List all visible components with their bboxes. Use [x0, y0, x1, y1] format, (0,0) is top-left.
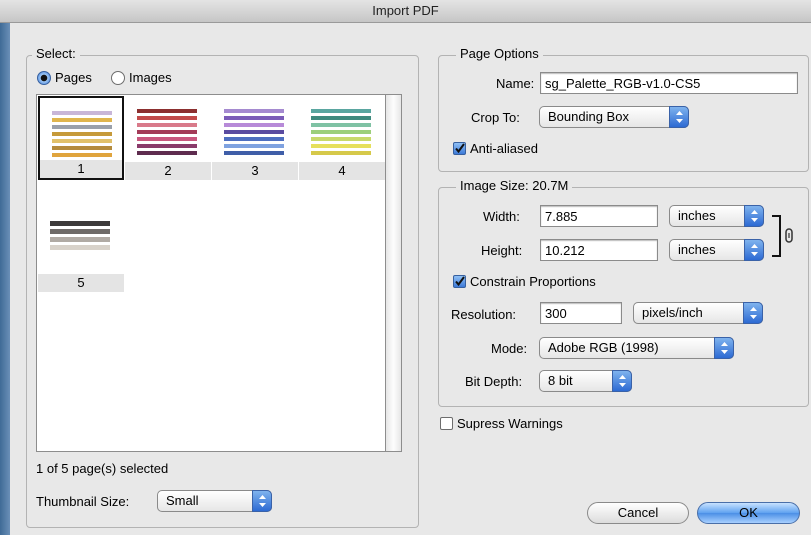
image-size-legend: Image Size: 20.7M	[456, 178, 573, 193]
crop-to-label: Crop To:	[471, 110, 520, 125]
popup-arrows-icon	[743, 302, 763, 324]
mode-value: Adobe RGB (1998)	[548, 340, 659, 355]
supress-warnings-label: Supress Warnings	[457, 416, 563, 431]
page-thumbnail[interactable]: 5	[38, 208, 124, 292]
width-unit-value: inches	[678, 208, 716, 223]
popup-arrows-icon	[744, 205, 764, 227]
cancel-button[interactable]: Cancel	[587, 502, 689, 524]
mode-popup[interactable]: Adobe RGB (1998)	[539, 337, 734, 359]
thumbnail-scrollbar[interactable]	[386, 94, 402, 452]
page-thumbnail[interactable]: 3	[212, 96, 298, 180]
page-preview	[303, 99, 379, 159]
bit-depth-label: Bit Depth:	[465, 374, 523, 389]
page-number: 3	[212, 162, 298, 180]
resolution-unit-value: pixels/inch	[642, 305, 703, 320]
page-number: 5	[38, 274, 124, 292]
page-preview	[216, 99, 292, 159]
pages-radio-label: Pages	[55, 70, 92, 85]
popup-arrows-icon	[669, 106, 689, 128]
page-number: 1	[40, 160, 122, 178]
height-label: Height:	[481, 243, 523, 258]
popup-arrows-icon	[612, 370, 632, 392]
width-label: Width:	[483, 209, 520, 224]
height-field[interactable]: 10.212	[540, 239, 658, 261]
link-bracket-icon	[772, 215, 793, 257]
page-number: 4	[299, 162, 385, 180]
page-preview	[129, 99, 205, 159]
crop-to-value: Bounding Box	[548, 109, 629, 124]
thumbnail-size-popup[interactable]: Small	[157, 490, 272, 512]
constrain-proportions-label: Constrain Proportions	[470, 274, 596, 289]
page-thumbnail[interactable]: 4	[299, 96, 385, 180]
supress-warnings-checkbox[interactable]	[440, 417, 453, 430]
resolution-label: Resolution:	[451, 307, 517, 322]
pages-radio[interactable]	[37, 71, 51, 85]
resolution-unit-popup[interactable]: pixels/inch	[633, 302, 763, 324]
anti-aliased-label: Anti-aliased	[470, 141, 538, 156]
select-legend: Select:	[32, 46, 80, 61]
selection-status: 1 of 5 page(s) selected	[36, 461, 169, 476]
height-unit-popup[interactable]: inches	[669, 239, 764, 261]
thumbnail-size-label: Thumbnail Size:	[36, 494, 130, 509]
desktop-background	[0, 0, 10, 535]
crop-to-popup[interactable]: Bounding Box	[539, 106, 689, 128]
mode-label: Mode:	[491, 341, 528, 356]
anti-aliased-checkbox[interactable]	[453, 142, 466, 155]
popup-arrows-icon	[744, 239, 764, 261]
name-field[interactable]: sg_Palette_RGB-v1.0-CS5	[540, 72, 798, 94]
thumbnail-size-value: Small	[166, 493, 199, 508]
page-options-legend: Page Options	[456, 46, 543, 61]
images-radio[interactable]	[111, 71, 125, 85]
images-radio-label: Images	[129, 70, 172, 85]
page-thumbnail[interactable]: 2	[125, 96, 211, 180]
bit-depth-popup[interactable]: 8 bit	[539, 370, 632, 392]
checkmark-icon	[455, 276, 465, 287]
width-field[interactable]: 7.885	[540, 205, 658, 227]
page-thumbnail[interactable]: 1	[38, 96, 124, 180]
height-unit-value: inches	[678, 242, 716, 257]
page-thumbnail-grid: 1 2 3 4 5	[36, 94, 386, 452]
page-number: 2	[125, 162, 211, 180]
popup-arrows-icon	[252, 490, 272, 512]
page-preview	[42, 211, 118, 271]
name-label: Name:	[496, 76, 535, 91]
window-title: Import PDF	[0, 0, 811, 23]
bit-depth-value: 8 bit	[548, 373, 573, 388]
constrain-proportions-checkbox[interactable]	[453, 275, 466, 288]
popup-arrows-icon	[714, 337, 734, 359]
width-unit-popup[interactable]: inches	[669, 205, 764, 227]
ok-button[interactable]: OK	[697, 502, 800, 524]
checkmark-icon	[455, 143, 465, 154]
resolution-field[interactable]: 300	[540, 302, 622, 324]
import-pdf-dialog: Import PDF Select: Pages Images 1 2 3 4 …	[0, 0, 811, 535]
page-preview	[44, 101, 120, 161]
